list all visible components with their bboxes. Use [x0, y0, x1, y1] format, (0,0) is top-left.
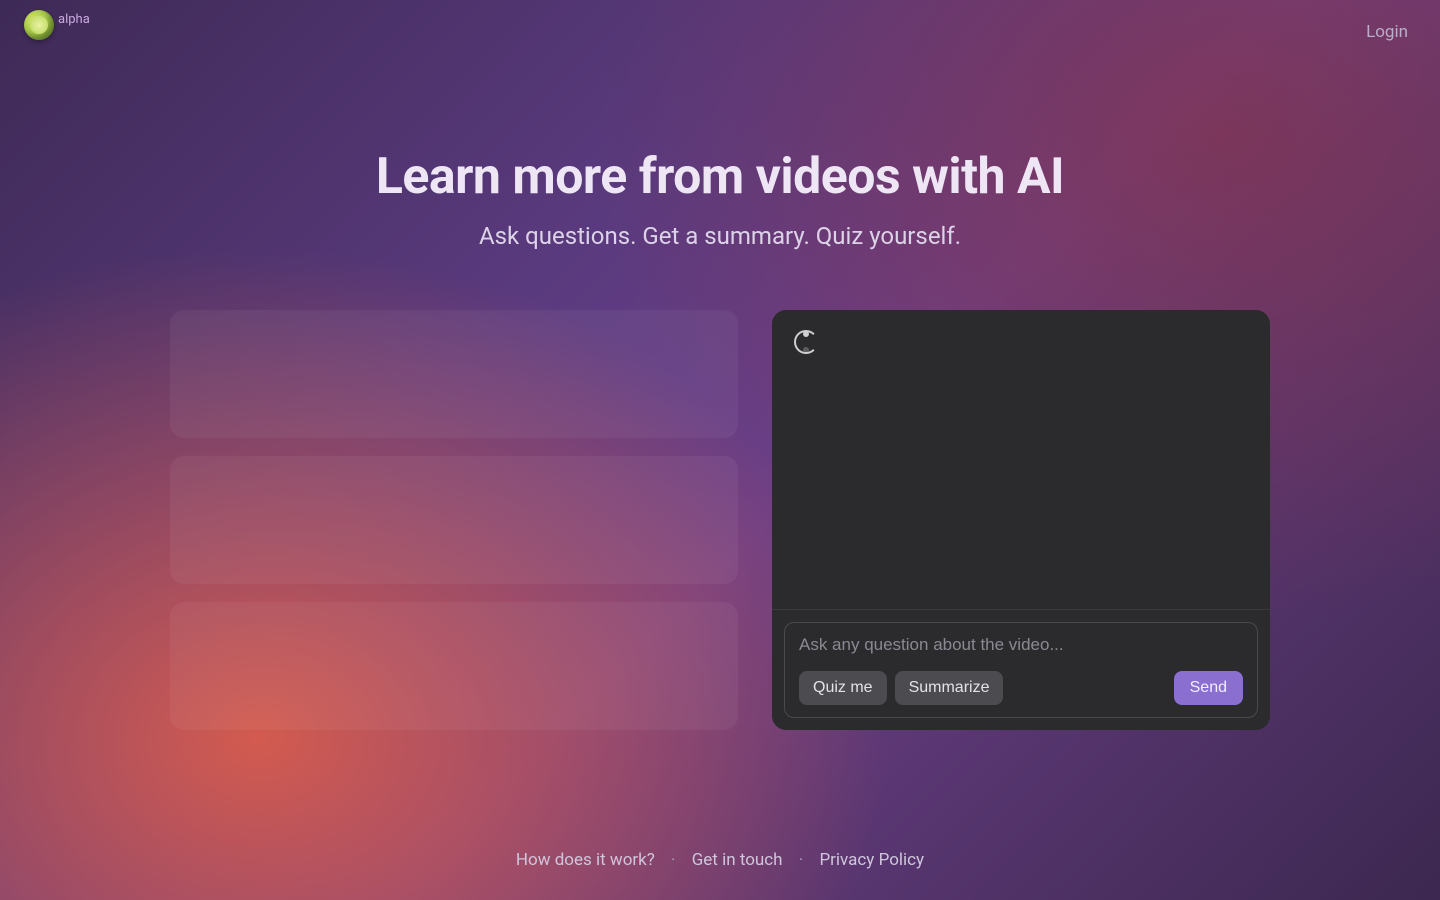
summarize-button[interactable]: Summarize: [895, 671, 1004, 705]
kiwi-logo-icon: [24, 10, 54, 40]
chat-panel: Quiz me Summarize Send: [772, 310, 1270, 730]
footer-link-how[interactable]: How does it work?: [516, 850, 655, 870]
chat-input[interactable]: [799, 635, 1243, 655]
footer-separator: ·: [799, 850, 803, 870]
skeleton-card: [170, 310, 738, 438]
main-panels: Quiz me Summarize Send: [170, 310, 1270, 730]
footer-link-contact[interactable]: Get in touch: [692, 850, 783, 870]
hero-subtitle: Ask questions. Get a summary. Quiz yours…: [0, 222, 1440, 250]
hero-title: Learn more from videos with AI: [0, 148, 1440, 206]
chat-input-container: Quiz me Summarize Send: [784, 622, 1258, 718]
logo-group[interactable]: alpha: [24, 10, 90, 40]
chat-action-row: Quiz me Summarize Send: [799, 671, 1243, 705]
chat-messages-area: [772, 310, 1270, 610]
alpha-badge: alpha: [58, 12, 90, 27]
skeleton-card: [170, 456, 738, 584]
send-button[interactable]: Send: [1174, 671, 1243, 705]
video-list-skeleton: [170, 310, 738, 730]
top-bar: alpha Login: [0, 0, 1440, 60]
loading-spinner-icon: [794, 330, 818, 354]
skeleton-card: [170, 602, 738, 730]
hero: Learn more from videos with AI Ask quest…: [0, 148, 1440, 250]
login-link[interactable]: Login: [1366, 22, 1408, 42]
footer: How does it work? · Get in touch · Priva…: [0, 850, 1440, 870]
footer-separator: ·: [671, 850, 675, 870]
footer-link-privacy[interactable]: Privacy Policy: [819, 850, 924, 870]
quiz-me-button[interactable]: Quiz me: [799, 671, 887, 705]
